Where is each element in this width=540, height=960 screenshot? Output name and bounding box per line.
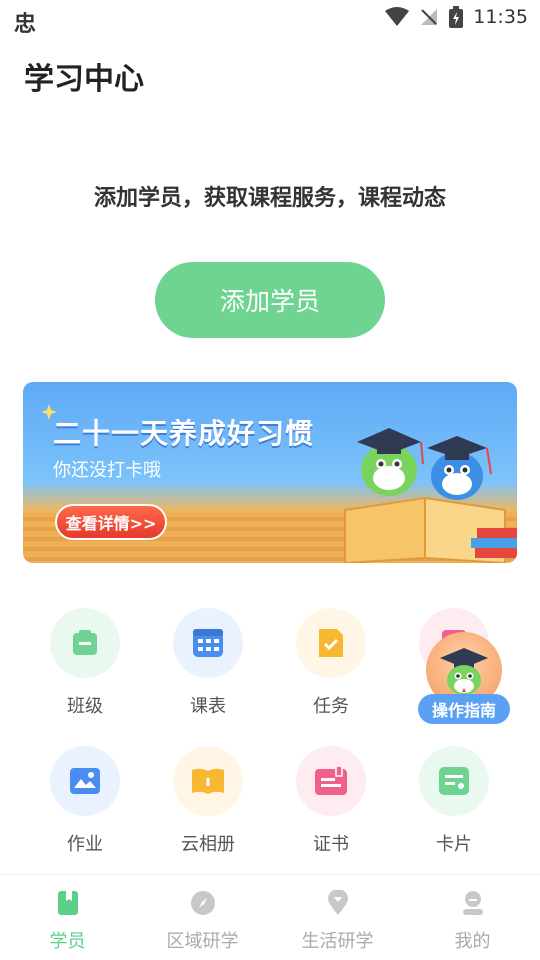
grid-item-card[interactable]: 卡片 — [394, 746, 514, 856]
task-icon — [319, 629, 343, 657]
page-title: 学习中心 — [24, 62, 144, 97]
grid-item-class[interactable]: 班级 — [25, 608, 145, 718]
grid-label: 卡片 — [436, 834, 472, 855]
grid-label: 作业 — [67, 834, 103, 855]
nav-label: 我的 — [454, 931, 491, 952]
grid-label: 班级 — [67, 696, 103, 717]
banner-title: 二十一天养成好习惯 — [53, 417, 315, 450]
grid-item-album[interactable]: 云相册 — [148, 746, 268, 856]
nav-item-student[interactable]: 学员 — [0, 889, 135, 953]
homework-icon — [70, 768, 100, 794]
nav-label: 学员 — [49, 931, 86, 952]
bottom-nav: 学员 区域研学 生活研学 我的 — [0, 874, 540, 960]
operation-guide-button[interactable]: 操作指南 — [418, 632, 510, 728]
add-student-button[interactable]: 添加学员 — [155, 262, 385, 338]
homework-icon-circle — [50, 746, 120, 816]
album-icon-circle — [173, 746, 243, 816]
nav-label: 区域研学 — [166, 931, 239, 952]
card-icon-circle — [419, 746, 489, 816]
habit-banner[interactable]: 二十一天养成好习惯 你还没打卡哦 查看详情>> — [23, 382, 517, 563]
promo-text: 添加学员，获取课程服务，课程动态 — [93, 186, 446, 211]
grid-item-homework[interactable]: 作业 — [25, 746, 145, 856]
mascot-illustration — [344, 428, 517, 563]
task-icon-circle — [296, 608, 366, 678]
nav-label: 生活研学 — [301, 931, 374, 952]
certificate-icon-circle — [296, 746, 366, 816]
grid-label: 课表 — [190, 696, 226, 717]
mascot-icon — [440, 648, 488, 695]
nav-item-regional-study[interactable]: 区域研学 — [135, 889, 270, 953]
nav-item-life-study[interactable]: 生活研学 — [270, 889, 405, 953]
grid-item-task[interactable]: 任务 — [271, 608, 391, 718]
status-bar: 忠 11:35 — [0, 0, 540, 38]
status-icons: 11:35 — [385, 6, 528, 28]
app-notification-icon: 忠 — [14, 12, 37, 37]
grid-label: 任务 — [313, 696, 349, 717]
banner-subtitle: 你还没打卡哦 — [53, 460, 161, 481]
profile-icon — [462, 891, 483, 915]
class-icon — [73, 630, 97, 655]
certificate-icon — [315, 766, 347, 795]
nav-item-profile[interactable]: 我的 — [405, 889, 540, 953]
banner-details-button[interactable]: 查看详情>> — [55, 504, 167, 540]
grid-label: 证书 — [313, 834, 349, 855]
grid-label: 云相册 — [181, 834, 235, 855]
no-signal-icon — [421, 9, 438, 25]
class-icon-circle — [50, 608, 120, 678]
grid-item-schedule[interactable]: 课表 — [148, 608, 268, 718]
location-icon — [327, 890, 348, 915]
card-icon — [439, 767, 469, 795]
status-time: 11:35 — [473, 6, 528, 28]
compass-icon — [190, 891, 215, 915]
grid-item-certificate[interactable]: 证书 — [271, 746, 391, 856]
wifi-icon — [385, 7, 410, 26]
album-icon — [192, 768, 224, 794]
battery-charging-icon — [449, 6, 464, 28]
schedule-icon-circle — [173, 608, 243, 678]
schedule-icon — [193, 629, 223, 657]
student-icon — [57, 891, 78, 915]
guide-label: 操作指南 — [418, 694, 510, 724]
